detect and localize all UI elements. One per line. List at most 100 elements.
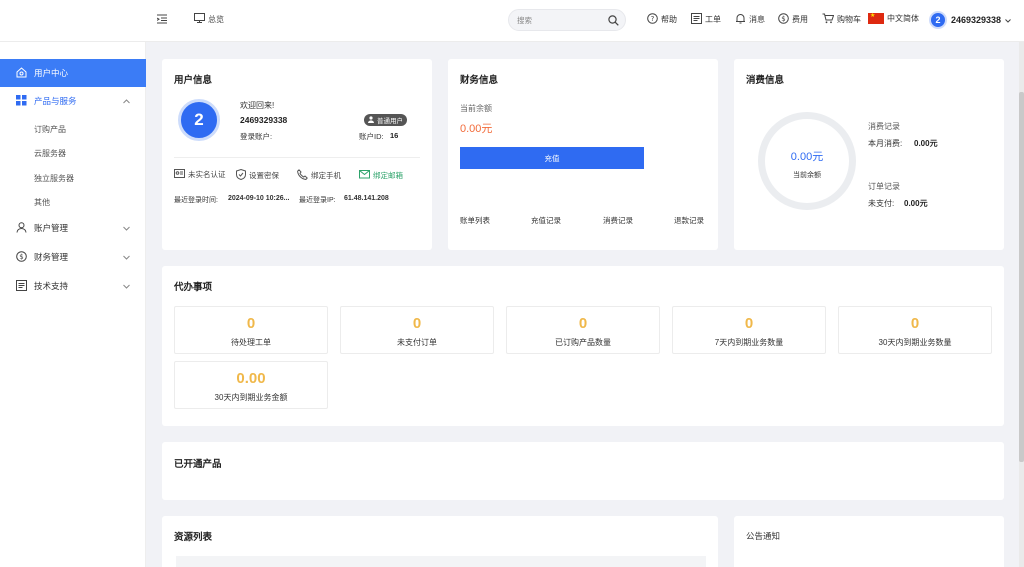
security-link[interactable]: 设置密保: [236, 168, 279, 182]
resource-list-card: 资源列表: [162, 516, 718, 567]
scrollbar-thumb[interactable]: [1019, 92, 1024, 462]
phone-label: 绑定手机: [311, 171, 341, 180]
sidebar-item-finance[interactable]: $ 财务管理: [0, 243, 146, 271]
sidebar-item-products-services[interactable]: 产品与服务: [0, 87, 146, 115]
ticket-label: 工单: [705, 15, 721, 24]
sidebar-subitem-dedicated-server[interactable]: 独立服务器: [34, 173, 74, 184]
account-id-label: 账户ID:: [359, 132, 384, 141]
sidebar-item-label: 技术支持: [34, 281, 69, 291]
card-title: 公告通知: [746, 531, 781, 541]
consume-record-label[interactable]: 消费记录: [868, 121, 900, 132]
bind-email-link[interactable]: 绑定邮箱: [359, 169, 403, 181]
help-link[interactable]: ? 帮助: [647, 13, 677, 26]
realname-auth-link[interactable]: 未实名认证: [174, 169, 226, 180]
ticket-link[interactable]: 工单: [691, 13, 721, 26]
shield-icon: [236, 168, 246, 182]
todo-label: 未支付订单: [397, 338, 437, 347]
chevron-down-icon: [123, 281, 130, 291]
user-info-card: 用户信息 2 欢迎回来! 2469329338 登录账户: 普通用户 账户ID:…: [162, 59, 432, 250]
consume-record-link[interactable]: 消费记录: [603, 215, 633, 226]
todo-value: 0: [910, 315, 920, 332]
sidebar-item-account[interactable]: 账户管理: [0, 214, 146, 242]
recharge-button[interactable]: 充值: [460, 147, 644, 169]
search-icon[interactable]: [608, 15, 619, 28]
overview-link[interactable]: 总览: [194, 13, 224, 25]
bind-phone-link[interactable]: 绑定手机: [297, 169, 341, 182]
month-consume-value: 0.00元: [914, 139, 938, 148]
user-icon: [16, 221, 27, 235]
todo-value: 0: [578, 315, 588, 332]
month-consume-label: 本月消费:: [868, 139, 903, 148]
page-scrollbar[interactable]: [1019, 42, 1024, 567]
sidebar-item-tech-support[interactable]: 技术支持: [0, 272, 146, 300]
sidebar-subitem-order-products[interactable]: 订购产品: [34, 124, 66, 135]
chevron-up-icon: [123, 96, 130, 106]
role-badge-label: 普通用户: [377, 118, 403, 125]
help-icon: ?: [647, 13, 658, 26]
message-label: 消息: [749, 15, 765, 24]
sidebar-item-label: 账户管理: [34, 223, 69, 233]
realname-label: 未实名认证: [188, 170, 226, 179]
message-link[interactable]: 消息: [735, 13, 765, 26]
todo-item-expiring-amount[interactable]: 0.00 30天内到期业务金额: [174, 361, 328, 409]
phone-icon: [297, 169, 308, 182]
todo-card: 代办事项 0 待处理工单 0 未支付订单 0 已订购产品数量 0 7天内到期业务…: [162, 266, 1004, 426]
ring-value: 0.00元: [790, 151, 824, 163]
card-title: 用户信息: [174, 75, 213, 86]
last-login-time-label: 最近登录时间:: [174, 197, 218, 204]
home-icon: [16, 66, 27, 80]
svg-text:$: $: [781, 15, 785, 23]
language-label: 中文简体: [887, 14, 919, 23]
todo-label: 7天内到期业务数量: [714, 338, 784, 347]
recharge-record-link[interactable]: 充值记录: [531, 215, 561, 226]
cart-link[interactable]: 购物车: [822, 13, 861, 26]
todo-item-expiring-30d[interactable]: 0 30天内到期业务数量: [838, 306, 992, 354]
consumption-card: 消费信息 0.00元 当前余额 消费记录 本月消费: 0.00元 订单记录 未支…: [734, 59, 1004, 250]
fee-link[interactable]: $ 费用: [778, 13, 808, 26]
order-record-label[interactable]: 订单记录: [868, 181, 900, 192]
chevron-down-icon: [1005, 15, 1011, 25]
menu-collapse-icon[interactable]: [156, 14, 167, 24]
sidebar-subitem-other[interactable]: 其他: [34, 197, 50, 208]
todo-item-unpaid-orders[interactable]: 0 未支付订单: [340, 306, 494, 354]
account-id-value: 16: [390, 131, 399, 140]
bell-icon: [735, 13, 746, 26]
balance-value: 0.00元: [460, 123, 493, 135]
sidebar-item-user-center[interactable]: 用户中心: [0, 59, 146, 87]
cart-icon: [822, 13, 835, 26]
monitor-icon: [194, 13, 205, 25]
cart-label: 购物车: [837, 15, 861, 24]
last-login-ip-label: 最近登录IP:: [299, 197, 336, 204]
email-label: 绑定邮箱: [373, 170, 403, 180]
todo-item-expiring-7d[interactable]: 0 7天内到期业务数量: [672, 306, 826, 354]
bill-list-link[interactable]: 账单列表: [460, 215, 490, 226]
todo-label: 待处理工单: [231, 338, 271, 347]
ticket-icon: [691, 13, 702, 26]
opened-products-card: 已开通产品: [162, 442, 1004, 500]
todo-label: 30天内到期业务金额: [214, 393, 288, 402]
todo-label: 已订购产品数量: [555, 338, 611, 347]
language-switch[interactable]: 中文简体: [868, 13, 919, 24]
resource-table-header: [176, 556, 706, 567]
sidebar-subitem-cloud-server[interactable]: 云服务器: [34, 148, 66, 159]
refund-record-link[interactable]: 退款记录: [674, 215, 704, 226]
card-title: 消费信息: [746, 75, 785, 86]
card-title: 财务信息: [460, 75, 499, 86]
todo-item-pending-tickets[interactable]: 0 待处理工单: [174, 306, 328, 354]
role-badge: 普通用户: [364, 114, 407, 126]
search-input[interactable]: [517, 14, 597, 27]
todo-item-ordered-products[interactable]: 0 已订购产品数量: [506, 306, 660, 354]
avatar: 2: [178, 99, 220, 141]
search-box[interactable]: [508, 9, 626, 31]
user-menu[interactable]: 2 2469329338: [929, 11, 1011, 29]
unpaid-value: 0.00元: [904, 199, 928, 208]
help-label: 帮助: [661, 15, 677, 24]
chevron-down-icon: [123, 223, 130, 233]
sidebar-item-label: 用户中心: [34, 68, 69, 78]
todo-value: 0: [412, 315, 422, 332]
ring-label: 当前余额: [793, 172, 821, 179]
announcement-card: 公告通知: [734, 516, 1004, 567]
welcome-text: 欢迎回来!: [240, 101, 275, 110]
todo-value: 0.00: [236, 370, 266, 387]
id-card-icon: [174, 169, 185, 180]
